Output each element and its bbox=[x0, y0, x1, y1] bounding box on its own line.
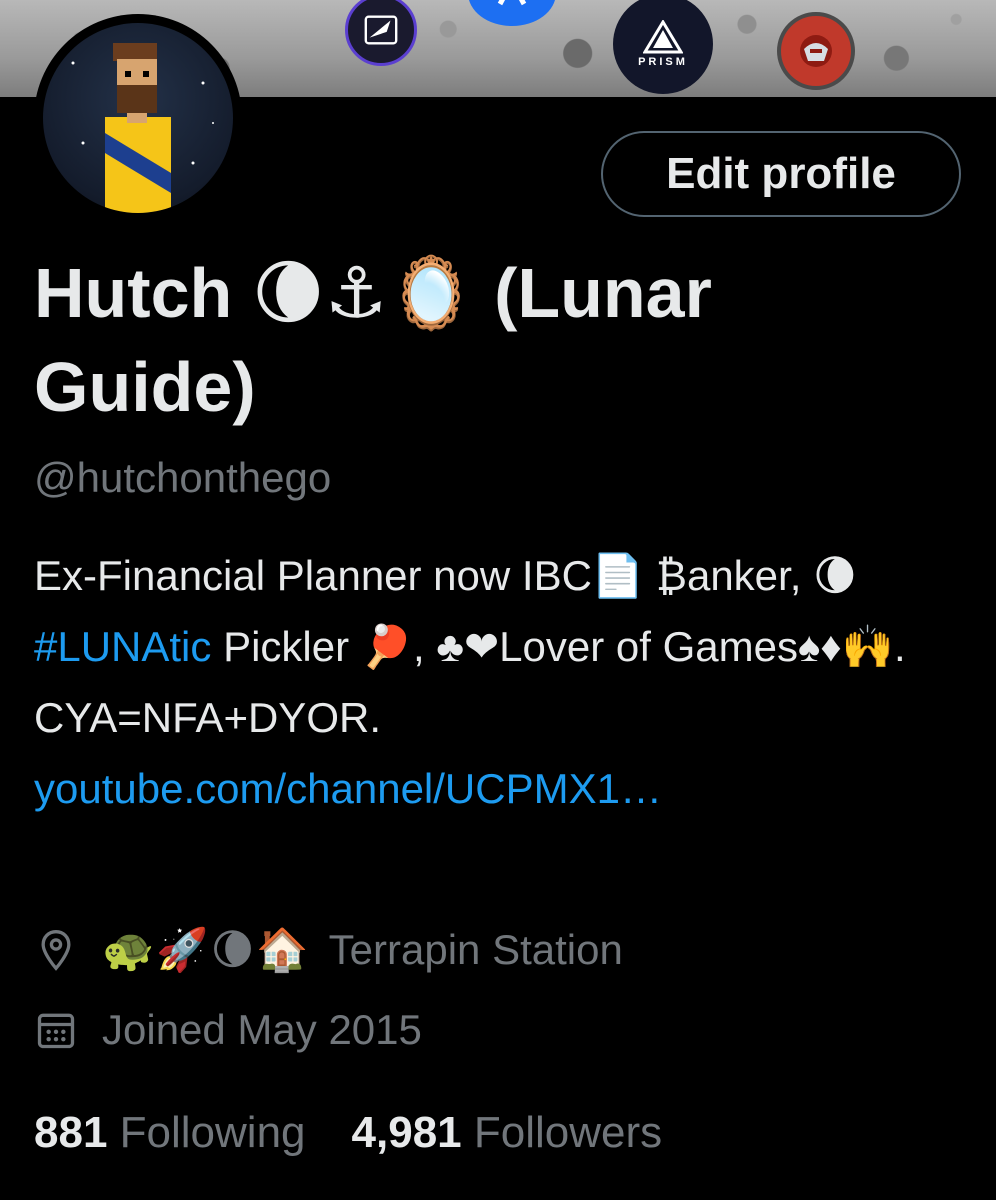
joined-text: Joined May 2015 bbox=[102, 1006, 422, 1053]
following-count: 881 bbox=[34, 1108, 108, 1157]
location: 🐢🚀🌘🏠 Terrapin Station bbox=[34, 925, 623, 975]
avatar[interactable] bbox=[34, 14, 242, 222]
follow-stats: 881 Following 4,981 Followers bbox=[34, 1103, 708, 1163]
handle: @hutchonthego bbox=[34, 454, 332, 501]
followers-count: 4,981 bbox=[351, 1108, 462, 1157]
red-mask-logo bbox=[777, 12, 855, 90]
display-name: Hutch 🌘⚓🪞 (Lunar Guide) bbox=[34, 254, 712, 426]
blue-logo bbox=[468, 0, 556, 26]
bio-text: Ex-Financial Planner now IBC📄 ₿anker, 🌘 bbox=[34, 552, 857, 599]
following-label: Following bbox=[119, 1108, 306, 1157]
feather-logo bbox=[345, 0, 417, 66]
avatar-image bbox=[43, 23, 233, 213]
followers-link[interactable]: 4,981 Followers bbox=[352, 1103, 663, 1163]
location-emoji: 🐢🚀🌘🏠 bbox=[102, 925, 311, 974]
edit-profile-button[interactable]: Edit profile bbox=[601, 131, 961, 217]
bio-youtube-link[interactable]: youtube.com/channel/UCPMX1… bbox=[34, 765, 662, 812]
location-text: Terrapin Station bbox=[328, 926, 623, 973]
calendar-icon bbox=[34, 1008, 78, 1052]
bio: Ex-Financial Planner now IBC📄 ₿anker, 🌘 #… bbox=[34, 540, 954, 824]
following-link[interactable]: 881 Following bbox=[34, 1103, 306, 1163]
location-pin-icon bbox=[34, 928, 78, 972]
joined-date: Joined May 2015 bbox=[34, 1006, 422, 1054]
followers-label: Followers bbox=[473, 1108, 663, 1157]
hashtag-link[interactable]: #LUNAtic bbox=[34, 623, 211, 670]
prism-label: PRISM bbox=[638, 56, 688, 68]
prism-logo: PRISM bbox=[613, 0, 713, 94]
